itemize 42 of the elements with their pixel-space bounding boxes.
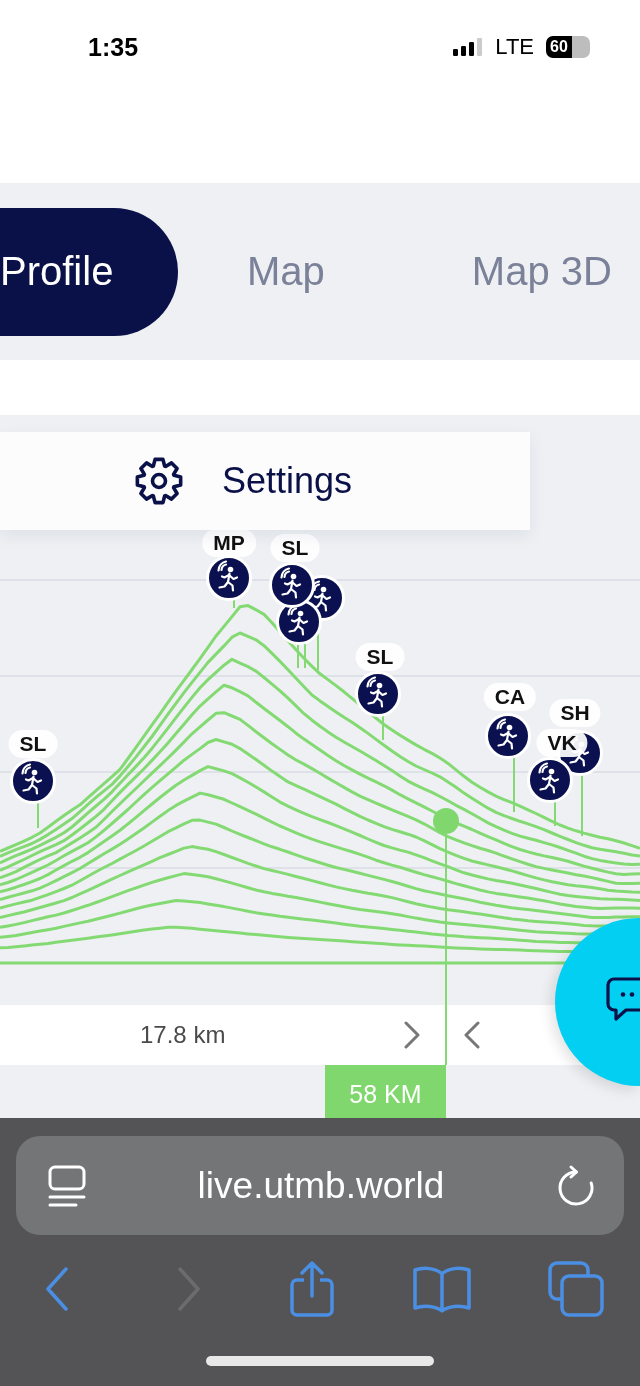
runner-label: VK (536, 729, 588, 757)
runner-icon (269, 562, 315, 608)
marker-stem (233, 600, 235, 608)
runner-label: SL (270, 534, 320, 562)
runner-label: SL (8, 730, 58, 758)
runner-icon (485, 713, 531, 759)
runner-label: MP (202, 529, 256, 557)
book-icon[interactable] (412, 1264, 472, 1314)
marker-stem (382, 716, 384, 740)
chat-icon (605, 976, 640, 1024)
battery-indicator: 60 (546, 36, 590, 58)
marker-stem (37, 803, 39, 828)
marker-stem (554, 802, 556, 826)
runner-label: SH (549, 699, 601, 727)
reader-icon[interactable] (48, 1164, 86, 1207)
chevron-left-icon[interactable] (464, 1021, 480, 1049)
settings-button[interactable]: Settings (0, 432, 530, 530)
address-bar[interactable]: live.utmb.world (16, 1136, 624, 1235)
chevron-left-icon[interactable] (44, 1265, 70, 1313)
two-squares-icon[interactable] (548, 1261, 604, 1317)
chevron-right-icon[interactable] (404, 1021, 420, 1049)
distance-tag: 58 KM (325, 1065, 446, 1118)
runner-icon (527, 757, 573, 803)
tab[interactable]: Map (247, 207, 325, 336)
distance-label: 17.8 km (140, 1021, 226, 1049)
marker-stem (513, 758, 515, 812)
marker-stem (581, 775, 583, 836)
runner-icon (206, 555, 252, 601)
runner-icon (355, 671, 401, 717)
network-label: LTE (495, 34, 534, 60)
status-time: 1:35 (88, 32, 139, 62)
share-icon[interactable] (288, 1260, 336, 1318)
runner-label: CA (483, 683, 537, 711)
reload-icon[interactable] (556, 1163, 596, 1208)
tab[interactable]: Map 3D (471, 207, 612, 336)
marker-stem (304, 644, 306, 668)
runner-label: SL (355, 643, 405, 671)
tab[interactable]: Profile (0, 207, 178, 336)
signal-icon (453, 38, 484, 56)
runner-icon (10, 758, 56, 804)
settings-icon (133, 455, 185, 507)
url-text: live.utmb.world (197, 1164, 445, 1207)
